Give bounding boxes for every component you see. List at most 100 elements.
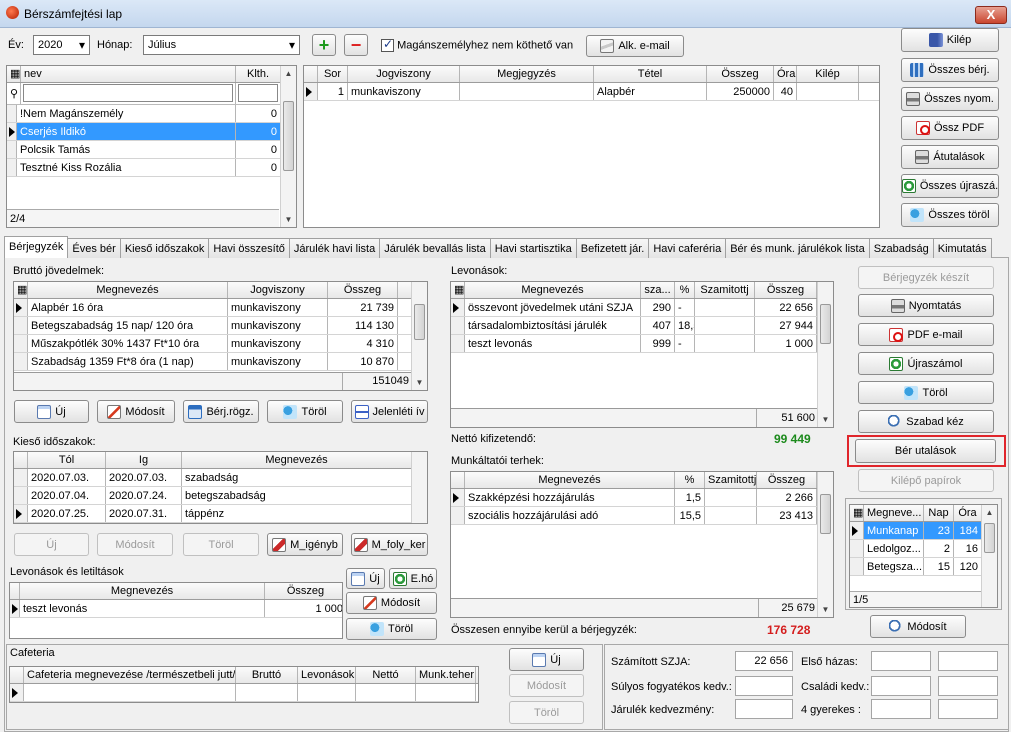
tab-befizetett-jar[interactable]: Befizetett jár. [575, 238, 650, 258]
col-header-megnevezes[interactable]: Megnevezés [20, 583, 265, 599]
year-select[interactable]: 2020 [33, 35, 90, 55]
attendance-sheet-button[interactable]: Jelenléti ív [351, 400, 428, 423]
scroll-up-icon[interactable]: ▲ [281, 66, 296, 81]
m-igenyb-button[interactable]: M_igényb [267, 533, 343, 556]
checkbox-icon[interactable] [381, 37, 394, 52]
exit-button[interactable]: Kilép [901, 28, 999, 52]
all-payslips-button[interactable]: Összes bérj. [901, 58, 999, 82]
recalculate-button[interactable]: Újraszámol [858, 352, 994, 375]
employer-cost-row[interactable]: Szakképzési hozzájárulás 1,5 2 266 [451, 489, 833, 507]
person-row[interactable]: Polcsik Tamás 0 [7, 141, 296, 159]
remove-person-button[interactable]: − [344, 34, 368, 56]
col-header-percent[interactable]: % [675, 282, 695, 298]
free-hand-button[interactable]: Szabad kéz [858, 410, 994, 433]
brutto-row[interactable]: Műszakpótlék 30% 1437 Ft*10 óra munkavisz… [14, 335, 427, 353]
col-header-sza[interactable]: sza... [641, 282, 675, 298]
deduction-row[interactable]: teszt levonás 1 000 [10, 600, 342, 618]
period-row[interactable]: 2020.07.03. 2020.07.03. szabadság [14, 469, 427, 487]
col-header-netto[interactable]: Nettó [356, 667, 416, 683]
wage-transfers-button[interactable]: Bér utalások [855, 439, 996, 463]
kieso-scrollbar[interactable] [411, 452, 427, 523]
col-header-brutto[interactable]: Bruttó [236, 667, 298, 683]
brutto-row[interactable]: Alapbér 16 óra munkaviszony 21 739 [14, 299, 427, 317]
grid-menu-icon[interactable]: ▦ [7, 66, 21, 82]
col-header-osszeg[interactable]: Összeg [265, 583, 342, 599]
levonas-row[interactable]: teszt levonás 999-1 000 [451, 335, 833, 353]
m-foly-ker-button[interactable]: M_foly_ker [351, 533, 428, 556]
delete-income-button[interactable]: Töröl [267, 400, 343, 423]
col-header-ig[interactable]: Ig [106, 452, 182, 468]
col-header-sor[interactable]: Sor [318, 66, 348, 82]
print-all-button[interactable]: Összes nyom. [901, 87, 999, 111]
tab-jarulek-bevallas-lista[interactable]: Járulék bevallás lista [379, 238, 491, 258]
disabled-field[interactable] [735, 676, 793, 696]
first-married-field[interactable] [871, 651, 931, 671]
workday-row[interactable]: Betegsza... 15 120 [850, 558, 997, 576]
delete-cafeteria-button[interactable]: Töröl [509, 701, 584, 724]
col-header-osszeg[interactable]: Összeg [328, 282, 398, 298]
col-header-cafeteria[interactable]: Cafeteria megnevezése /természetbeli jut… [24, 667, 236, 683]
new-period-button[interactable]: Új [14, 533, 89, 556]
col-header-szamitottj[interactable]: Szamitottj [705, 472, 757, 488]
col-header-megnevezes[interactable]: Megnevezés [465, 472, 675, 488]
modify-income-button[interactable]: Módosít [97, 400, 175, 423]
scroll-down-icon[interactable]: ▼ [281, 212, 296, 227]
add-person-button[interactable]: + [312, 34, 336, 56]
close-button[interactable]: X [975, 6, 1007, 24]
brutto-scrollbar[interactable]: ▼ [411, 282, 427, 390]
pdf-email-button[interactable]: PDF e-mail [858, 323, 994, 346]
grid-menu-icon[interactable]: ▦ [850, 505, 864, 521]
tab-berjegyzek[interactable]: Bérjegyzék [4, 236, 69, 258]
col-header-szamitottj[interactable]: Szamitottj [695, 282, 755, 298]
col-header-osszeg[interactable]: Összeg [757, 472, 817, 488]
tab-eves-ber[interactable]: Éves bér [67, 238, 121, 258]
workday-row[interactable]: Ledolgoz... 2 16 [850, 540, 997, 558]
person-row[interactable]: Teszt­né Kiss Rozália 0 [7, 159, 296, 177]
new-income-button[interactable]: Új [14, 400, 89, 423]
col-header-tetel[interactable]: Tétel [594, 66, 707, 82]
person-row[interactable]: Cserjés Ildikó 0 [7, 123, 296, 141]
col-header-megnevezes[interactable]: Megneve... [864, 505, 924, 521]
all-pdf-button[interactable]: Össz PDF [901, 116, 999, 140]
print-button[interactable]: Nyomtatás [858, 294, 994, 317]
record-payslip-button[interactable]: Bérj.rögz. [183, 400, 259, 423]
four-children-field[interactable] [871, 699, 931, 719]
col-header-jogviszony[interactable]: Jogviszony [348, 66, 460, 82]
col-header-kilep[interactable]: Kilép [797, 66, 859, 82]
cafeteria-row[interactable] [10, 684, 478, 702]
col-header-percent[interactable]: % [675, 472, 705, 488]
employer-cost-row[interactable]: szociális hozzájárulási adó 15,5 23 413 [451, 507, 833, 525]
delete-all-button[interactable]: Összes töröl [901, 203, 999, 227]
modify-deduction-button[interactable]: Módosít [346, 592, 437, 614]
workday-row[interactable]: Munkanap 23 184 [850, 522, 997, 540]
grid-menu-icon[interactable]: ▦ [14, 282, 28, 298]
col-header-ora[interactable]: Óra [774, 66, 797, 82]
new-deduction-button[interactable]: Új [346, 568, 385, 589]
levonas-row[interactable]: társadalombiztosítási járulék40718,527 9… [451, 317, 833, 335]
col-header-ora[interactable]: Óra [954, 505, 982, 521]
szja-field[interactable]: 22 656 [735, 651, 793, 671]
delete-deduction-button[interactable]: Töröl [346, 618, 437, 640]
col-header-tol[interactable]: Tól [28, 452, 106, 468]
col-header-osszeg[interactable]: Összeg [755, 282, 817, 298]
persons-scrollbar[interactable]: ▲ ▼ [280, 66, 296, 227]
contribution-discount-field[interactable] [735, 699, 793, 719]
tab-havi-osszesito[interactable]: Havi összesítő [208, 238, 290, 258]
delete-button[interactable]: Töröl [858, 381, 994, 404]
create-payslip-button[interactable]: Bérjegyzék készít [858, 266, 994, 289]
brutto-row[interactable]: Betegszabadság 15 nap/ 120 óra munkaviszo… [14, 317, 427, 335]
contract-row[interactable]: 1 munkaviszony Alapbér 250000 40 [304, 83, 879, 101]
family-allowance-field[interactable] [871, 676, 931, 696]
scroll-down-icon[interactable]: ▼ [818, 602, 833, 617]
col-header-megnevezes[interactable]: Megnevezés [465, 282, 641, 298]
col-header-levonasok[interactable]: Levonások [298, 667, 356, 683]
month-select[interactable]: Július [143, 35, 300, 55]
modify-workdays-button[interactable]: Módosít [870, 615, 966, 638]
tab-jarulek-havi-lista[interactable]: Járulék havi lista [288, 238, 381, 258]
grid-menu-icon[interactable]: ▦ [451, 282, 465, 298]
scroll-down-icon[interactable]: ▼ [412, 375, 427, 390]
col-header-megjegyzes[interactable]: Megjegyzés [460, 66, 594, 82]
family-allowance-field-2[interactable] [938, 676, 998, 696]
name-filter-input[interactable] [23, 84, 233, 102]
workdays-scrollbar[interactable]: ▲ [981, 505, 997, 607]
